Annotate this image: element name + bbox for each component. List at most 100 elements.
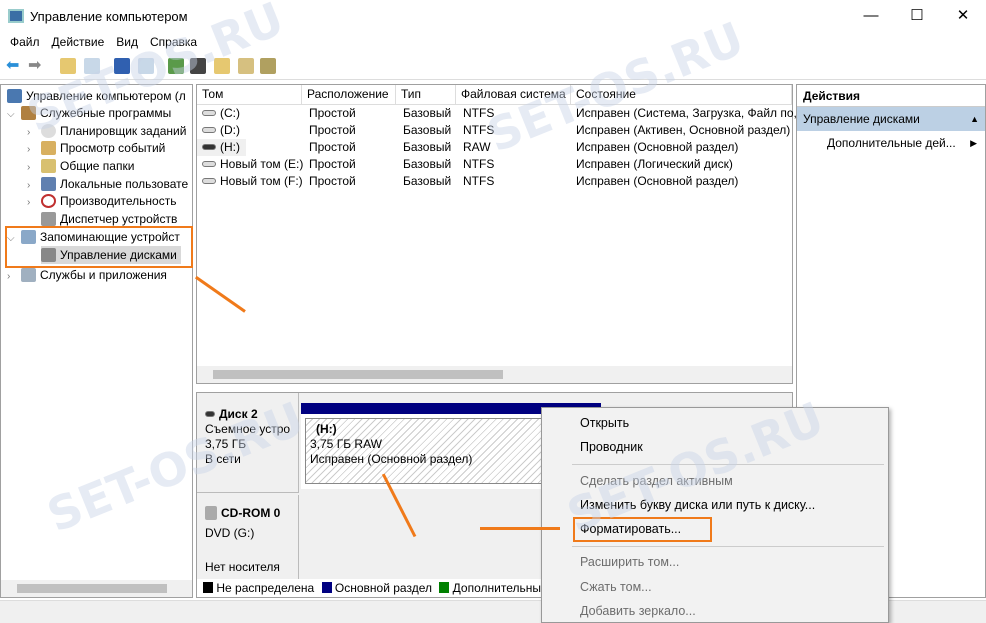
chevron-down-icon[interactable]: ⌵ xyxy=(7,106,21,124)
clock-icon xyxy=(41,124,56,138)
menu-separator xyxy=(572,464,884,465)
section-label: Управление дисками xyxy=(803,112,920,126)
drive-icon xyxy=(202,127,216,133)
cell-layout: Простой xyxy=(309,157,356,171)
settings-icon[interactable] xyxy=(260,58,276,74)
cell-status: Исправен (Система, Загрузка, Файл по, xyxy=(576,106,797,120)
tree-item-storage[interactable]: ⌵ Запоминающие устройст xyxy=(7,228,180,246)
tree-label: Планировщик заданий xyxy=(60,124,187,138)
menu-help[interactable]: Справка xyxy=(144,32,203,49)
toolbar: ⬅ ➡ xyxy=(0,54,986,80)
collapse-icon[interactable]: ▲ xyxy=(970,107,979,131)
column-header-type[interactable]: Тип xyxy=(396,85,456,105)
column-header-status[interactable]: Состояние xyxy=(571,85,792,105)
legend-extended: Дополнительны xyxy=(452,581,541,595)
menu-item-change-letter[interactable]: Изменить букву диска или путь к диску... xyxy=(580,498,815,512)
window-title: Управление компьютером xyxy=(30,9,188,24)
more-actions[interactable]: Дополнительные дей... ▶ xyxy=(797,131,985,155)
volume-list: Том Расположение Тип Файловая система Со… xyxy=(196,84,797,384)
chevron-down-icon[interactable]: ⌵ xyxy=(7,230,21,248)
legend-swatch-extended xyxy=(439,582,450,593)
open-folder-icon[interactable] xyxy=(214,58,230,74)
tree-item-events[interactable]: › Просмотр событий xyxy=(27,139,165,157)
actions-section-disk-management[interactable]: Управление дисками ▲ xyxy=(797,107,985,131)
disk-status: В сети xyxy=(205,452,241,466)
maximize-button[interactable]: ☐ xyxy=(894,0,940,32)
cell-volume: (C:) xyxy=(220,106,240,120)
tree-label: Производительность xyxy=(60,194,177,208)
disk-2-info[interactable]: Диск 2 Съемное устро 3,75 ГБ В сети xyxy=(197,393,299,493)
cell-layout: Простой xyxy=(309,106,356,120)
tree-item-performance[interactable]: › Производительность xyxy=(27,192,176,210)
cell-type: Базовый xyxy=(403,174,452,188)
tree-item-users[interactable]: › Локальные пользовате xyxy=(27,175,188,193)
cell-fs: NTFS xyxy=(463,106,495,120)
tree-item-services[interactable]: › Службы и приложения xyxy=(7,266,167,284)
menu-item-extend: Расширить том... xyxy=(580,555,680,569)
menu-view[interactable]: Вид xyxy=(110,32,144,49)
disk-type: Съемное устро xyxy=(205,422,291,436)
search-icon[interactable] xyxy=(238,58,254,74)
annotation-arrow xyxy=(480,527,560,530)
scrollbar-thumb[interactable] xyxy=(213,370,503,379)
menu-item-shrink: Сжать том... xyxy=(580,580,652,594)
column-header-filesystem[interactable]: Файловая система xyxy=(456,85,571,105)
cdrom-name: CD-ROM 0 xyxy=(205,503,298,523)
help-icon[interactable] xyxy=(114,58,130,74)
horizontal-scrollbar[interactable] xyxy=(197,366,792,383)
navigation-tree: Управление компьютером (л ⌵ Служебные про… xyxy=(0,84,193,598)
tree-label: Локальные пользовате xyxy=(60,177,189,191)
drive-icon xyxy=(202,144,216,150)
minimize-button[interactable]: — xyxy=(848,0,894,32)
menu-item-format[interactable]: Форматировать... xyxy=(580,522,681,536)
menu-item-explorer[interactable]: Проводник xyxy=(580,440,643,454)
cell-volume: (D:) xyxy=(220,123,240,137)
menu-item-open[interactable]: Открыть xyxy=(580,416,629,430)
cell-fs: NTFS xyxy=(463,174,495,188)
chevron-right-icon[interactable]: › xyxy=(27,194,41,212)
event-viewer-icon xyxy=(41,141,56,155)
tree-label: Запоминающие устройст xyxy=(40,230,180,244)
back-icon[interactable]: ⬅ xyxy=(6,58,22,74)
tree-item-scheduler[interactable]: › Планировщик заданий xyxy=(27,122,186,140)
cell-fs: RAW xyxy=(463,140,491,154)
tree-label: Управление дисками xyxy=(60,248,177,262)
tree-item-disk-management[interactable]: Управление дисками xyxy=(41,246,181,264)
drive-icon xyxy=(202,178,216,184)
properties-icon[interactable] xyxy=(190,58,206,74)
close-button[interactable]: ✕ xyxy=(940,0,986,32)
legend-primary: Основной раздел xyxy=(334,581,432,595)
scrollbar-thumb[interactable] xyxy=(17,584,167,593)
cell-layout: Простой xyxy=(309,174,356,188)
cell-fs: NTFS xyxy=(463,123,495,137)
chevron-right-icon[interactable]: › xyxy=(7,268,21,286)
tree-item-utilities[interactable]: ⌵ Служебные программы xyxy=(7,104,171,122)
drive-icon xyxy=(202,110,216,116)
column-header-layout[interactable]: Расположение xyxy=(302,85,396,105)
tree-label: Просмотр событий xyxy=(60,141,166,155)
more-actions-label: Дополнительные дей... xyxy=(827,136,956,150)
menu-item-add-mirror: Добавить зеркало... xyxy=(580,604,696,618)
tree-item-shared[interactable]: › Общие папки xyxy=(27,157,134,175)
cdrom-type: DVD (G:) xyxy=(205,526,255,540)
show-hide-tree-icon[interactable] xyxy=(84,58,100,74)
drive-icon xyxy=(202,161,216,167)
app-icon xyxy=(8,9,24,23)
cell-type: Базовый xyxy=(403,157,452,171)
menu-file[interactable]: Файл xyxy=(4,32,46,49)
horizontal-scrollbar[interactable] xyxy=(1,580,192,597)
cdrom-status: Нет носителя xyxy=(205,560,280,574)
show-hide-action-pane-icon[interactable] xyxy=(138,58,154,74)
performance-icon xyxy=(41,194,56,208)
cell-status: Исправен (Основной раздел) xyxy=(576,174,739,188)
cdrom-info[interactable]: CD-ROM 0 DVD (G:) Нет носителя xyxy=(197,495,299,579)
tree-label: Диспетчер устройств xyxy=(60,212,178,226)
column-header-volume[interactable]: Том xyxy=(197,85,302,105)
removable-disk-icon xyxy=(205,411,215,417)
cell-layout: Простой xyxy=(309,140,356,154)
up-folder-icon[interactable] xyxy=(60,58,76,74)
tree-root[interactable]: Управление компьютером (л xyxy=(7,87,186,105)
forward-icon[interactable]: ➡ xyxy=(28,58,44,74)
refresh-icon[interactable] xyxy=(168,58,184,74)
menu-action[interactable]: Действие xyxy=(46,32,111,49)
